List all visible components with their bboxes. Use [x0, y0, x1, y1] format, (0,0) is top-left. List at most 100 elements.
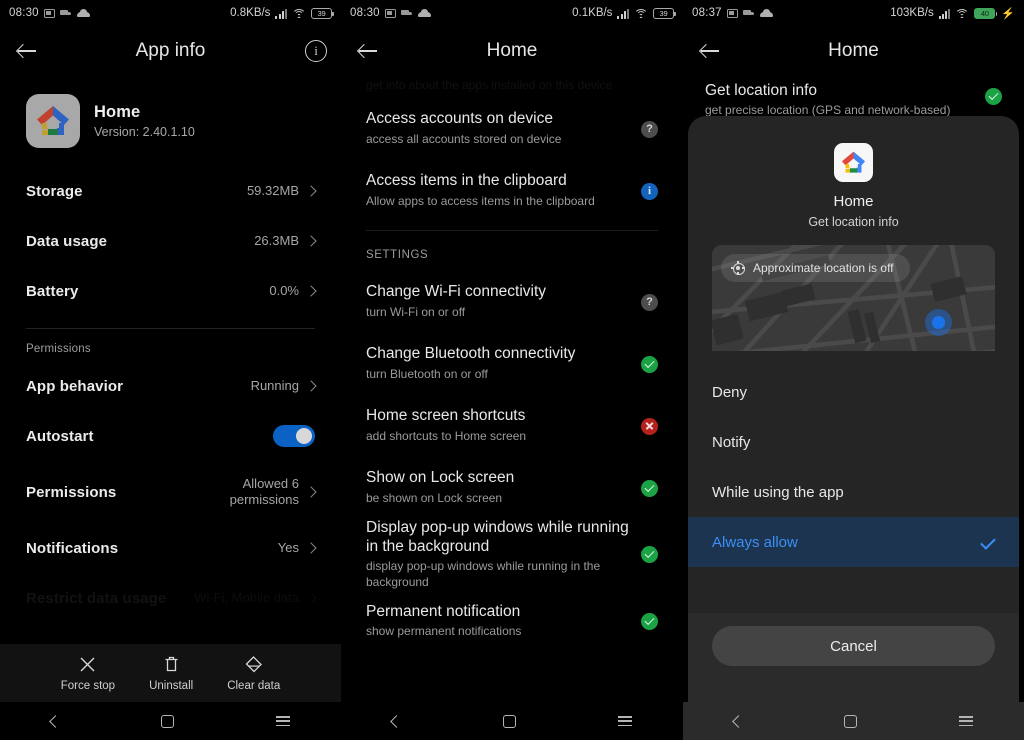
back-arrow-icon[interactable]: [14, 38, 40, 64]
row-label: Data usage: [26, 232, 108, 250]
question-badge-icon: ?: [641, 120, 658, 138]
page-title: App info: [135, 40, 206, 61]
cloud-icon: [759, 9, 773, 17]
perm-title: Permanent notification: [366, 602, 521, 620]
scrolled-off-text: get info about the apps installed on thi…: [366, 78, 613, 92]
divider: [366, 230, 658, 231]
network-speed: 0.1KB/s: [572, 7, 613, 19]
chevron-right-icon: [305, 486, 317, 498]
eraser-icon: [245, 656, 263, 673]
google-home-icon: [26, 94, 80, 148]
wifi-icon: [634, 8, 648, 19]
list-item[interactable]: Access items in the clipboard Allow apps…: [341, 160, 683, 222]
app-bar: Home: [683, 26, 1024, 76]
charging-bolt-icon: ⚡: [1001, 7, 1015, 20]
screenshot-root: 08:30 0.8KB/s 39 App info i Home Version…: [0, 0, 1024, 740]
action-label: Force stop: [60, 680, 116, 692]
page-title: Home: [486, 40, 538, 61]
back-arrow-icon[interactable]: [697, 38, 723, 64]
list-item[interactable]: Permanent notification show permanent no…: [341, 590, 683, 652]
option-deny[interactable]: Deny: [688, 367, 1019, 417]
perm-texts: Display pop-up windows while running in …: [366, 519, 641, 590]
battery-icon: 40: [974, 7, 998, 19]
row-storage[interactable]: Storage 59.32MB: [0, 166, 341, 216]
option-always-allow[interactable]: Always allow: [688, 517, 1019, 567]
cancel-button[interactable]: Cancel: [712, 626, 995, 666]
row-label: Permissions: [26, 483, 117, 501]
nav-home-icon[interactable]: [844, 714, 858, 728]
row-permissions[interactable]: Permissions Allowed 6 permissions: [0, 461, 341, 523]
nav-recents-icon[interactable]: [618, 716, 632, 726]
list-item[interactable]: Show on Lock screen be shown on Lock scr…: [341, 457, 683, 519]
row-label: Notifications: [26, 539, 119, 557]
permission-scroll-list: get info about the apps installed on thi…: [341, 76, 683, 652]
chevron-right-icon: [305, 235, 317, 247]
autostart-toggle[interactable]: [273, 425, 315, 447]
dialog-app-name: Home: [833, 193, 874, 210]
cloud-icon: [76, 9, 90, 17]
uninstall-button[interactable]: Uninstall: [149, 654, 193, 692]
row-right: Running: [250, 377, 317, 394]
status-bar-left: 08:30: [350, 7, 431, 19]
nav-recents-icon[interactable]: [959, 716, 974, 726]
cast-icon: [726, 8, 738, 18]
perm-title: Access accounts on device: [366, 110, 553, 128]
clear-data-button[interactable]: Clear data: [227, 654, 280, 692]
nav-home-icon[interactable]: [161, 714, 175, 728]
option-notify[interactable]: Notify: [688, 417, 1019, 467]
nav-back-icon[interactable]: [390, 714, 403, 728]
perm-title: Get location info: [705, 82, 818, 99]
row-data-usage[interactable]: Data usage 26.3MB: [0, 216, 341, 266]
permission-dialog: Home Get location info Approximate locat…: [688, 116, 1019, 740]
nav-back-icon[interactable]: [731, 714, 745, 728]
row-value: Running: [250, 377, 299, 393]
chevron-right-icon: [305, 542, 317, 554]
row-autostart[interactable]: Autostart: [0, 411, 341, 461]
nav-recents-icon[interactable]: [276, 716, 291, 726]
row-right: Allowed 6 permissions: [209, 475, 317, 509]
app-header: Home Version: 2.40.1.10: [0, 76, 341, 156]
nav-home-icon[interactable]: [503, 714, 516, 728]
permission-header-row[interactable]: Get location info get precise location (…: [683, 76, 1024, 117]
perm-sub: display pop-up windows while running in …: [366, 559, 601, 589]
list-item[interactable]: Change Wi-Fi connectivity turn Wi-Fi on …: [341, 271, 683, 333]
perm-texts: Access items in the clipboard Allow apps…: [366, 172, 641, 209]
navigation-bar: [683, 702, 1024, 740]
back-arrow-icon[interactable]: [355, 38, 381, 64]
chevron-right-icon: [305, 285, 317, 297]
list-item[interactable]: Home screen shortcuts add shortcuts to H…: [341, 395, 683, 457]
row-notifications[interactable]: Notifications Yes: [0, 523, 341, 573]
row-value: 26.3MB: [254, 232, 299, 248]
info-badge-icon: i: [641, 182, 658, 200]
app-bar: App info i: [0, 26, 341, 76]
app-bar: Home: [341, 26, 683, 76]
row-value: Allowed 6 permissions: [229, 475, 299, 507]
truck-icon: [59, 8, 72, 18]
row-label: Restrict data usage: [26, 589, 167, 607]
force-stop-button[interactable]: Force stop: [61, 654, 115, 692]
row-label: Autostart: [26, 427, 94, 445]
wifi-icon: [955, 8, 970, 19]
app-name: Home: [94, 103, 141, 121]
nav-back-icon[interactable]: [48, 714, 62, 728]
bottom-action-bar: Force stop Uninstall Clear data: [0, 644, 341, 702]
status-bar-right: 0.1KB/s 39: [572, 7, 676, 19]
status-bar: 08:37 103KB/s 40 ⚡: [683, 0, 1024, 26]
list-item[interactable]: Access accounts on device access all acc…: [341, 98, 683, 160]
info-icon[interactable]: i: [305, 40, 327, 62]
row-restrict-data-usage[interactable]: Restrict data usage Wi-Fi, Mobile data: [0, 573, 341, 623]
list-item[interactable]: Display pop-up windows while running in …: [341, 519, 683, 590]
app-meta: Home Version: 2.40.1.10: [94, 103, 195, 139]
perm-title: Change Bluetooth connectivity: [366, 345, 576, 363]
list-item[interactable]: Change Bluetooth connectivity turn Bluet…: [341, 333, 683, 395]
navigation-bar: [0, 702, 341, 740]
perm-title: Display pop-up windows while running in …: [366, 519, 629, 555]
perm-title: Home screen shortcuts: [366, 407, 526, 425]
row-app-behavior[interactable]: App behavior Running: [0, 361, 341, 411]
section-caption-permissions: Permissions: [26, 343, 91, 355]
perm-texts: Change Bluetooth connectivity turn Bluet…: [366, 345, 641, 382]
approximate-location-chip: Approximate location is off: [721, 254, 910, 282]
option-while-using-the-app[interactable]: While using the app: [688, 467, 1019, 517]
row-battery[interactable]: Battery 0.0%: [0, 266, 341, 316]
gps-target-icon: [731, 261, 745, 275]
